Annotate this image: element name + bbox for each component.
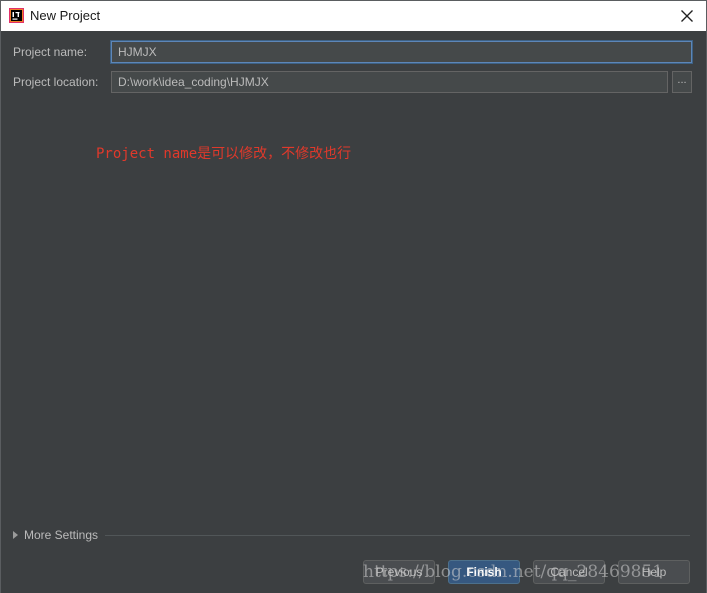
project-location-label: Project location:: [13, 75, 99, 89]
triangle-right-icon: [13, 531, 18, 539]
project-name-label: Project name:: [13, 45, 88, 59]
new-project-dialog: New Project Project name: Project locati…: [0, 0, 707, 593]
browse-button[interactable]: ...: [672, 71, 692, 93]
project-location-input[interactable]: [111, 71, 668, 93]
window-title: New Project: [30, 8, 101, 23]
project-name-input[interactable]: [111, 41, 692, 63]
title-bar: New Project: [1, 1, 706, 31]
dialog-content: Project name: Project location: ... Proj…: [1, 31, 706, 593]
annotation-text: Project name是可以修改，不修改也行: [96, 146, 352, 162]
intellij-idea-icon: [9, 8, 24, 23]
close-icon[interactable]: [672, 3, 702, 29]
more-settings-toggle[interactable]: More Settings: [13, 528, 98, 542]
more-settings-label: More Settings: [24, 528, 99, 542]
divider: [105, 535, 690, 536]
watermark: https://blog.csdn.net/qq_28469851: [363, 562, 664, 582]
